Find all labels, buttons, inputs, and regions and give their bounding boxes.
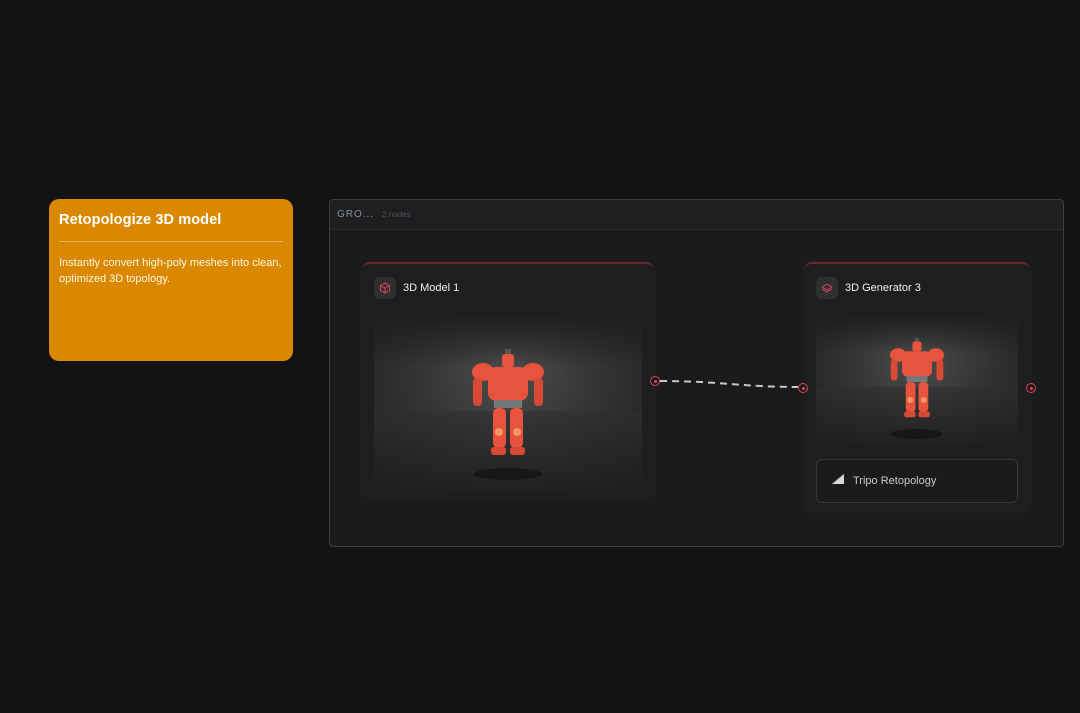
model-select-label: Tripo Retopology [853, 475, 937, 487]
layers-icon [816, 276, 838, 299]
robot-model-image [472, 349, 544, 480]
generator-preview[interactable] [816, 314, 1018, 446]
node-3d-model[interactable]: 3D Model 1 [362, 262, 654, 500]
node-title: 3D Generator 3 [845, 281, 921, 294]
triangle-mesh-icon [831, 472, 845, 490]
workflow-canvas[interactable]: Retopologize 3D model Instantly convert … [0, 0, 1080, 713]
node-header[interactable]: 3D Generator 3 [804, 264, 1030, 300]
node-title: 3D Model 1 [403, 281, 460, 294]
model-select[interactable]: Tripo Retopology [816, 459, 1018, 503]
model-preview[interactable] [374, 314, 642, 491]
output-port-3d-model[interactable] [650, 376, 660, 386]
output-port-3d-generator[interactable] [1026, 383, 1036, 393]
input-port-3d-generator[interactable] [798, 383, 808, 393]
node-3d-generator[interactable]: 3D Generator 3 Tripo Retopology [804, 262, 1030, 512]
node-header[interactable]: 3D Model 1 [362, 264, 654, 300]
robot-model-image [890, 337, 944, 439]
cube-icon [374, 276, 396, 299]
